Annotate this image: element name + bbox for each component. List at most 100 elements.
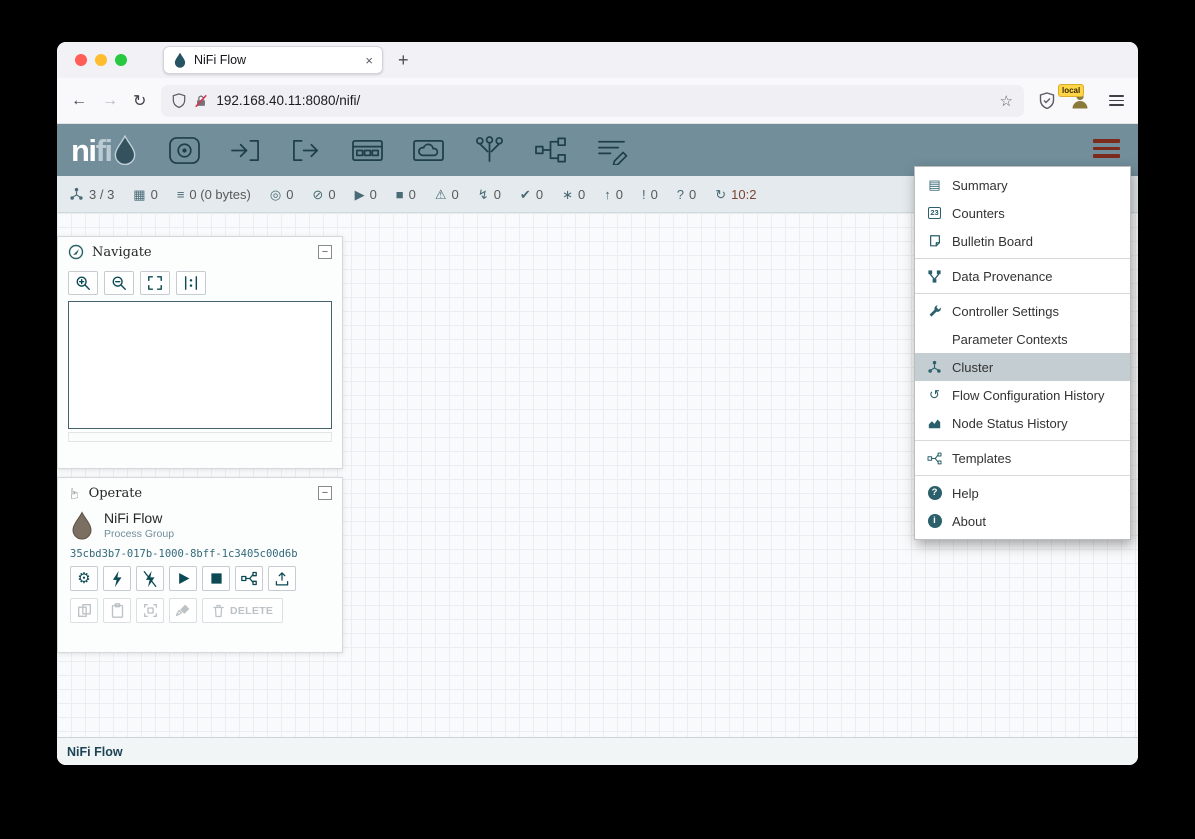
configuration-button[interactable]: ⚙ — [70, 566, 98, 591]
firefox-menu-button[interactable] — [1109, 95, 1124, 106]
output-port-icon[interactable] — [290, 136, 323, 165]
templates-icon — [926, 452, 943, 465]
process-group-icon[interactable] — [351, 136, 384, 165]
cluster-icon — [926, 360, 943, 374]
upload-template-button[interactable] — [268, 566, 296, 591]
tab-close-icon[interactable]: × — [365, 53, 373, 68]
status-up-to-date: ✔0 — [520, 187, 543, 202]
compass-icon — [68, 244, 84, 260]
status-transmitting: ◎0 — [270, 187, 294, 202]
reload-button[interactable]: ↻ — [133, 91, 146, 111]
locally-modified-icon: ∗ — [562, 188, 573, 201]
shield-badge-icon[interactable] — [1039, 92, 1055, 109]
unknown-icon: ? — [677, 188, 684, 201]
operate-panel-title: Operate — [89, 486, 143, 501]
menu-divider — [915, 440, 1130, 441]
group-button[interactable] — [136, 598, 164, 623]
birdseye-view[interactable] — [68, 301, 332, 429]
funnel-icon[interactable] — [473, 136, 506, 165]
threads-icon: ▦ — [133, 188, 145, 201]
url-text: 192.168.40.11:8080/nifi/ — [216, 92, 360, 110]
zoom-in-button[interactable] — [68, 271, 98, 295]
window-close-button[interactable] — [75, 54, 87, 66]
url-host: 192.168.40.11 — [216, 93, 301, 108]
window-minimize-button[interactable] — [95, 54, 107, 66]
menu-item-controller-settings[interactable]: Controller Settings — [915, 297, 1130, 325]
menu-item-cluster[interactable]: Cluster — [915, 353, 1130, 381]
data-provenance-icon — [926, 269, 943, 284]
nifi-logo-drop-icon — [112, 135, 138, 165]
new-tab-button[interactable]: + — [398, 50, 409, 71]
status-threads: ▦0 — [133, 187, 158, 202]
status-stale: ↑0 — [604, 187, 623, 202]
refresh-icon: ↻ — [715, 188, 726, 201]
status-cluster: 3 / 3 — [69, 187, 114, 202]
operate-buttons-row2: DELETE — [58, 598, 342, 623]
menu-item-node-status-history[interactable]: Node Status History — [915, 409, 1130, 437]
invalid-icon: ⚠ — [435, 188, 447, 201]
profile-button[interactable]: local — [1070, 90, 1094, 112]
tracking-shield-icon[interactable] — [172, 93, 186, 108]
queued-icon: ≡ — [177, 188, 185, 201]
processor-icon[interactable] — [168, 136, 201, 165]
menu-item-parameter-contexts[interactable]: Parameter Contexts — [915, 325, 1130, 353]
label-icon[interactable] — [595, 136, 628, 165]
copy-button[interactable] — [70, 598, 98, 623]
status-invalid: ⚠0 — [435, 187, 459, 202]
url-bar[interactable]: 192.168.40.11:8080/nifi/ ☆ — [161, 85, 1024, 117]
component-toolbar — [168, 136, 628, 165]
not-transmitting-icon: ⊘ — [312, 188, 323, 201]
stopped-icon: ■ — [396, 188, 404, 201]
menu-item-bulletin-board[interactable]: Bulletin Board — [915, 227, 1130, 255]
status-refresh[interactable]: ↻10:2 — [715, 187, 756, 202]
menu-item-flow-configuration-history[interactable]: ↺ Flow Configuration History — [915, 381, 1130, 409]
enable-button[interactable] — [103, 566, 131, 591]
insecure-lock-icon[interactable] — [194, 94, 208, 108]
start-button[interactable] — [169, 566, 197, 591]
window-zoom-button[interactable] — [115, 54, 127, 66]
template-icon[interactable] — [534, 136, 567, 165]
status-warning: !0 — [642, 187, 658, 202]
tab-title: NiFi Flow — [194, 53, 358, 67]
operate-panel-header: ☞ Operate − — [58, 478, 342, 508]
stop-button[interactable] — [202, 566, 230, 591]
menu-item-about[interactable]: i About — [915, 507, 1130, 535]
fill-color-button[interactable] — [169, 598, 197, 623]
browser-tab[interactable]: NiFi Flow × — [163, 46, 383, 74]
navigate-collapse-button[interactable]: − — [318, 245, 332, 259]
menu-item-counters[interactable]: 23 Counters — [915, 199, 1130, 227]
zoom-out-button[interactable] — [104, 271, 134, 295]
menu-item-summary[interactable]: ▤ Summary — [915, 171, 1130, 199]
status-stopped: ■0 — [396, 187, 416, 202]
operate-collapse-button[interactable]: − — [318, 486, 332, 500]
stale-icon: ↑ — [604, 188, 611, 201]
chart-icon — [926, 416, 943, 430]
zoom-fit-button[interactable] — [140, 271, 170, 295]
birdseye-scroll-strip[interactable] — [68, 432, 332, 442]
remote-process-group-icon[interactable] — [412, 136, 445, 165]
nifi-logo-text: nifi — [71, 135, 112, 166]
back-button[interactable]: ← — [71, 92, 87, 110]
input-port-icon[interactable] — [229, 136, 262, 165]
navigate-panel-header: Navigate − — [58, 237, 342, 267]
operate-component-id: 35cbd3b7-017b-1000-8bff-1c3405c00d6b — [58, 540, 342, 566]
nifi-global-menu-button[interactable] — [1093, 139, 1120, 158]
nifi-favicon-icon — [173, 52, 187, 68]
up-to-date-icon: ✔ — [520, 188, 531, 201]
breadcrumb[interactable]: NiFi Flow — [67, 745, 123, 759]
forward-button[interactable]: → — [102, 92, 118, 110]
about-icon: i — [926, 514, 943, 528]
status-disabled: ↯0 — [478, 187, 501, 202]
delete-button[interactable]: DELETE — [202, 598, 283, 623]
paste-button[interactable] — [103, 598, 131, 623]
delete-button-label: DELETE — [230, 605, 273, 617]
disable-button[interactable] — [136, 566, 164, 591]
zoom-actual-size-button[interactable] — [176, 271, 206, 295]
menu-divider — [915, 258, 1130, 259]
menu-item-templates[interactable]: Templates — [915, 444, 1130, 472]
bookmark-star-icon[interactable]: ☆ — [1000, 92, 1013, 110]
menu-item-help[interactable]: ? Help — [915, 479, 1130, 507]
browser-window: NiFi Flow × + ← → ↻ 192.168.40.11:8080/n… — [57, 42, 1138, 765]
create-template-button[interactable] — [235, 566, 263, 591]
menu-item-data-provenance[interactable]: Data Provenance — [915, 262, 1130, 290]
